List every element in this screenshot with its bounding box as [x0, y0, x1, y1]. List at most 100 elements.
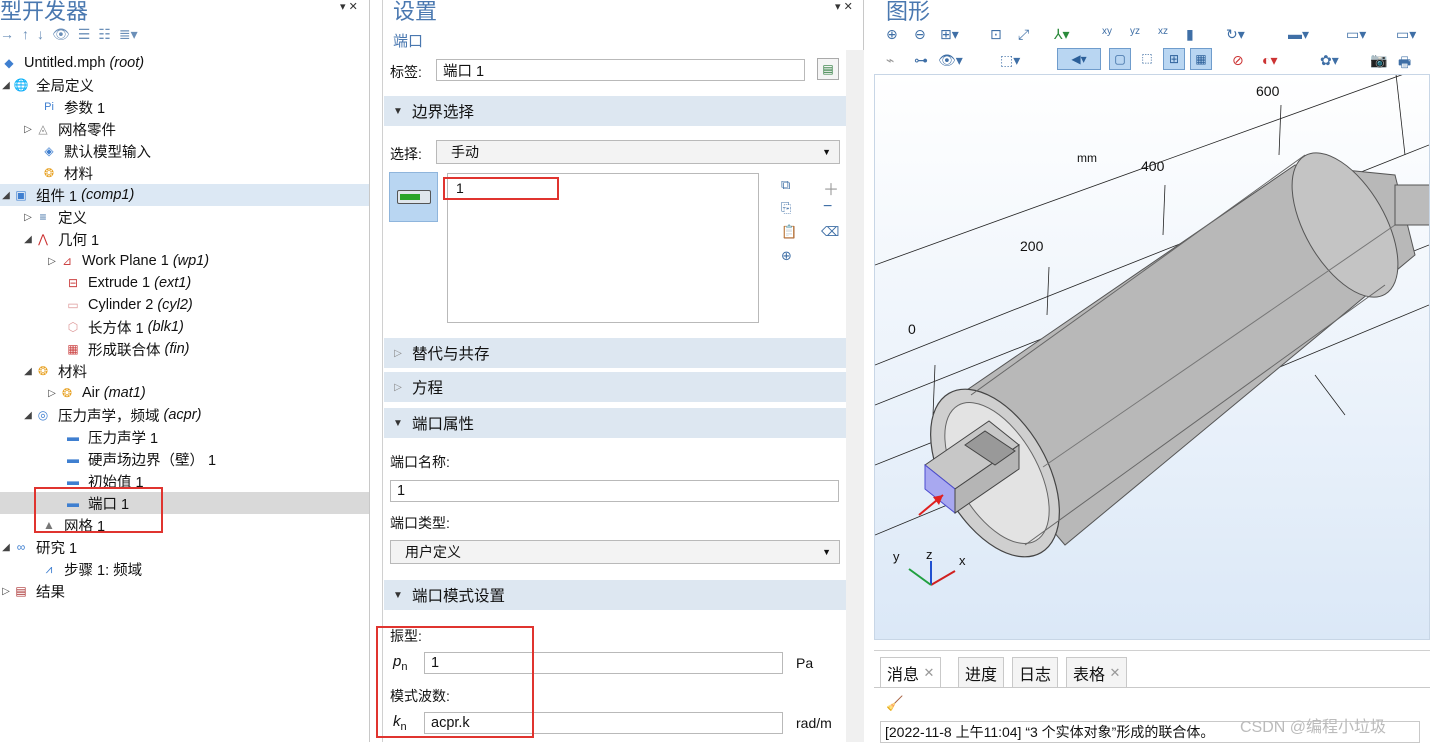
expand-arrow-icon[interactable]: ▷ — [22, 212, 34, 223]
tree-item-root[interactable]: ◆ Untitled.mph (root) — [0, 52, 144, 74]
tree-item-air[interactable]: ▷ ❂ Air (mat1) — [46, 382, 146, 404]
tree-item-step[interactable]: ⩘ 步骤 1: 频域 — [40, 558, 143, 580]
wireframe-button[interactable]: ⬚ — [1136, 48, 1158, 70]
label-field[interactable]: 端口 1 — [436, 59, 805, 81]
print-icon[interactable]: 🖶 — [1398, 52, 1411, 76]
close-icon[interactable]: ✕ — [923, 665, 934, 681]
zoom-to-selection-icon[interactable]: ⊕ — [781, 248, 792, 264]
collapse-all-icon[interactable]: ☷ — [98, 26, 111, 43]
arrow-right-icon[interactable]: → — [0, 26, 14, 42]
reset-icon[interactable]: ⊘ — [1232, 52, 1244, 69]
camera-settings-icon[interactable]: ✿▾ — [1320, 52, 1339, 69]
view-yz-icon[interactable]: yz — [1130, 26, 1140, 37]
tree-item-mesh-parts[interactable]: ▷ ◬ 网格零件 — [22, 118, 116, 140]
tree-item-parameters[interactable]: Pi 参数 1 — [40, 96, 105, 118]
expand-arrow-icon[interactable]: ▷ — [46, 256, 58, 267]
label-edit-icon[interactable]: ▤ — [817, 58, 839, 80]
model-builder-toolbar: → ↑ ↓ 👁 ☰ ☷ ≣▾ — [0, 22, 138, 46]
collapse-arrow-icon[interactable]: ◢ — [0, 190, 12, 201]
arrow-up-icon[interactable]: ↑ — [22, 26, 29, 42]
tab-log[interactable]: 日志 — [1012, 657, 1059, 687]
pin-icon[interactable]: ▾ ✕ — [835, 0, 853, 13]
collapse-arrow-icon[interactable]: ◢ — [22, 366, 34, 377]
selection-dropdown[interactable]: 手动 ▼ — [436, 140, 840, 164]
go-to-view-icon[interactable]: ▮ — [1186, 26, 1194, 43]
section-port-properties[interactable]: ▼ 端口属性 — [384, 408, 847, 438]
tree-item-block[interactable]: ⬡ 长方体 1 (blk1) — [64, 316, 184, 338]
zoom-box-icon[interactable]: ⊞▾ — [940, 26, 959, 43]
collapse-arrow-icon[interactable]: ◢ — [22, 234, 34, 245]
remove-icon[interactable]: − — [823, 198, 832, 216]
view-xz-icon[interactable]: xz — [1158, 26, 1168, 37]
section-boundary-selection[interactable]: ▼ 边界选择 — [384, 96, 847, 126]
tree-item-geometry[interactable]: ◢ ⋀ 几何 1 — [22, 228, 99, 250]
paste-selection-icon[interactable]: ⧉ — [781, 177, 790, 193]
tree-item-sound-hard-boundary[interactable]: ▬ 硬声场边界（壁） 1 — [64, 448, 216, 470]
eye-icon[interactable]: 👁 — [52, 26, 70, 43]
select-visibility-icon[interactable]: 👁▾ — [938, 52, 963, 69]
tab-progress[interactable]: 进度 — [958, 657, 1005, 687]
scene-light-icon[interactable]: ▭▾ — [1346, 26, 1366, 43]
tree-item-materials[interactable]: ◢ ❂ 材料 — [22, 360, 87, 382]
settings-scrollbar[interactable] — [846, 50, 864, 742]
hide-icon[interactable]: ⌁ — [886, 52, 894, 69]
expand-arrow-icon[interactable]: ▷ — [0, 586, 12, 597]
broom-clear-icon[interactable]: 🧹 — [886, 695, 903, 712]
tree-item-definitions[interactable]: ▷ ≡ 定义 — [22, 206, 87, 228]
show-grid-button[interactable]: ⊞ — [1163, 48, 1185, 70]
clipboard-icon[interactable]: 📋 — [781, 224, 797, 240]
tree-item-work-plane[interactable]: ▷ ⊿ Work Plane 1 (wp1) — [46, 250, 209, 272]
arrow-down-icon[interactable]: ↓ — [37, 26, 44, 42]
zoom-out-icon[interactable]: ⊖ — [914, 26, 926, 43]
collapse-arrow-icon[interactable]: ◢ — [0, 542, 12, 553]
show-axes-button[interactable]: ▦ — [1190, 48, 1212, 70]
section-override[interactable]: ▷ 替代与共存 — [384, 338, 847, 368]
image-icon[interactable]: ▭▾ — [1396, 26, 1416, 43]
tree-item-materials-global[interactable]: ❂ 材料 — [40, 162, 93, 184]
select-boundaries-button[interactable]: ◀▾ — [1057, 48, 1101, 70]
viewport[interactable]: mm 600 400 200 0 x y z — [874, 64, 1430, 640]
pin-icon[interactable]: ▾ ✕ — [340, 0, 358, 13]
tree-item-pressure-acoustics[interactable]: ◢ ◎ 压力声学，频域 (acpr) — [22, 404, 201, 426]
tree-item-results[interactable]: ▷ ▤ 结果 — [0, 580, 65, 602]
tree-item-cylinder[interactable]: ▭ Cylinder 2 (cyl2) — [64, 294, 192, 316]
tree-item-global-definitions[interactable]: ◢ 🌐 全局定义 — [0, 74, 94, 96]
snapshot-icon[interactable]: 📷 — [1370, 52, 1387, 69]
scene-icon[interactable]: ◐▾ — [1262, 52, 1277, 69]
expand-arrow-icon[interactable]: ▷ — [22, 124, 34, 135]
clear-selection-icon[interactable]: ⌫ — [821, 224, 839, 240]
add-icon[interactable]: ＋ — [823, 176, 839, 200]
copy-selection-icon[interactable]: ⎘ — [781, 200, 791, 216]
tree-item-default-inputs[interactable]: ◈ 默认模型输入 — [40, 140, 151, 162]
list-options-icon[interactable]: ≣▾ — [119, 26, 138, 43]
view-xy-icon[interactable]: xy — [1102, 26, 1112, 37]
wireframe-box-icon[interactable]: ⬚▾ — [1000, 52, 1020, 69]
zoom-in-icon[interactable]: ⊕ — [886, 26, 898, 43]
section-equation[interactable]: ▷ 方程 — [384, 372, 847, 402]
collapse-arrow-icon[interactable]: ◢ — [0, 80, 12, 91]
pn-unit: Pa — [796, 655, 814, 671]
zoom-selected-icon[interactable]: ⊡ — [990, 26, 1002, 43]
axes-view-icon[interactable]: ⅄▾ — [1054, 26, 1070, 43]
clipping-icon[interactable]: ⊶ — [914, 52, 928, 69]
tree-item-component[interactable]: ◢ ▣ 组件 1 (comp1) — [0, 184, 369, 206]
collapse-arrow-icon[interactable]: ◢ — [22, 410, 34, 421]
tree-item-extrude[interactable]: ⊟ Extrude 1 (ext1) — [64, 272, 191, 294]
section-port-mode-settings[interactable]: ▼ 端口模式设置 — [384, 580, 847, 610]
axis-tick-400: 400 — [1141, 158, 1165, 174]
port-name-field[interactable]: 1 — [390, 480, 839, 502]
tab-table[interactable]: 表格 ✕ — [1066, 657, 1128, 687]
tree-item-study[interactable]: ◢ ∞ 研究 1 — [0, 536, 77, 558]
expand-arrow-icon[interactable]: ▷ — [46, 388, 58, 399]
port-type-dropdown[interactable]: 用户定义 ▼ — [390, 540, 840, 564]
rotate-icon[interactable]: ↻▾ — [1226, 26, 1245, 43]
tab-messages[interactable]: 消息 ✕ — [880, 657, 942, 687]
render-mode-icon[interactable]: ▬▾ — [1288, 26, 1309, 43]
close-icon[interactable]: ✕ — [1109, 665, 1120, 681]
zoom-extents-icon[interactable]: ⤢ — [1018, 26, 1029, 43]
activate-selection-toggle[interactable] — [389, 172, 438, 222]
expand-all-icon[interactable]: ☰ — [78, 26, 91, 43]
tree-item-form-union[interactable]: ▦ 形成联合体 (fin) — [64, 338, 189, 360]
tree-item-pressure-acoustics-1[interactable]: ▬ 压力声学 1 — [64, 426, 158, 448]
transparency-button[interactable]: ▢ — [1109, 48, 1131, 70]
